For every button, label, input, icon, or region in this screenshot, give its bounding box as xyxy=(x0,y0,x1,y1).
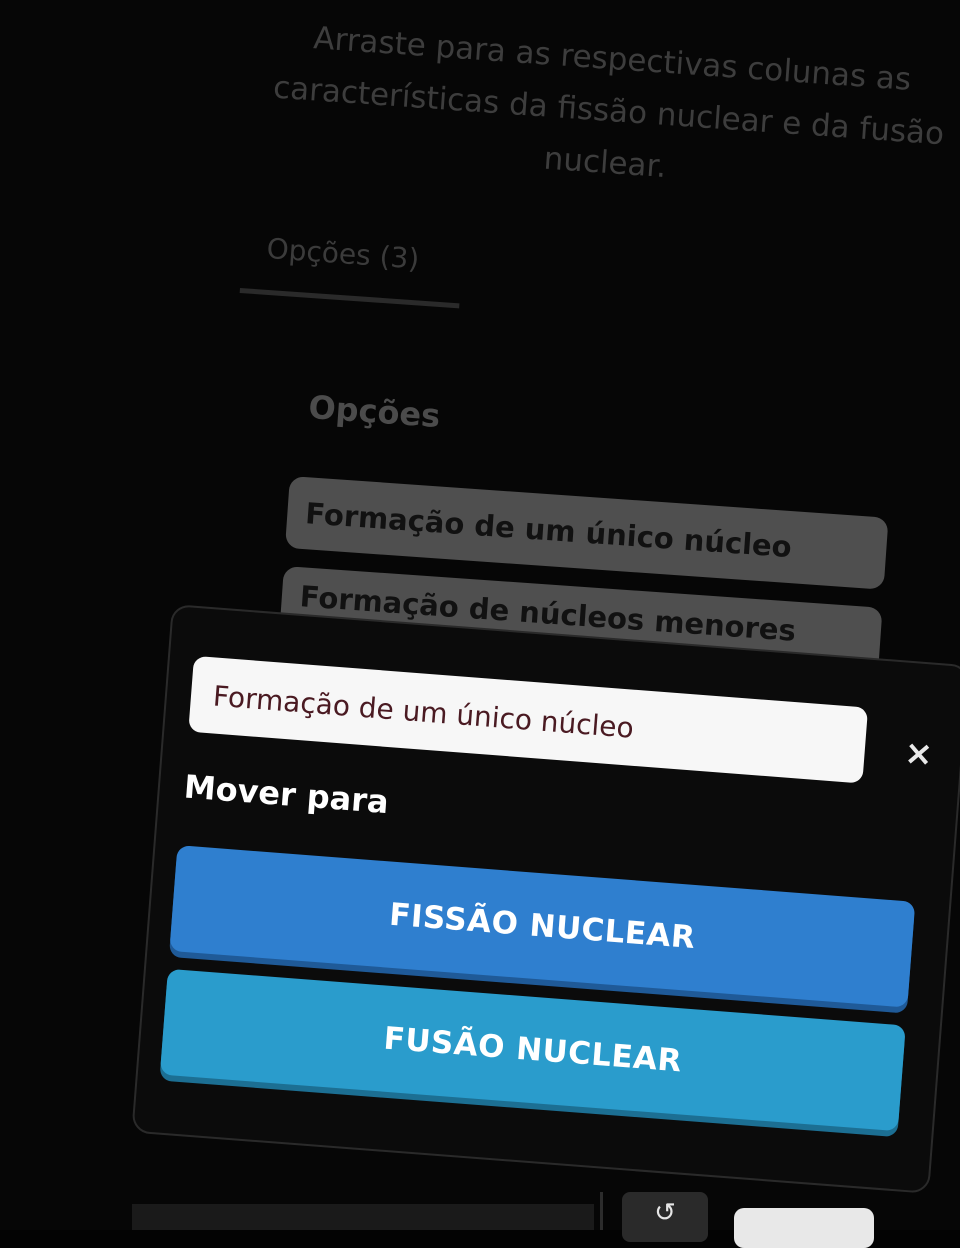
move-to-modal: Formação de um único núcleo × Mover para… xyxy=(131,604,960,1194)
bottom-bar-divider xyxy=(600,1192,603,1230)
move-to-label: Mover para xyxy=(182,767,391,822)
next-button[interactable] xyxy=(734,1208,874,1248)
instruction-text: Arraste para as respectivas colunas as c… xyxy=(272,20,946,186)
selected-item-box: Formação de um único núcleo xyxy=(188,655,869,784)
active-tab-indicator xyxy=(239,288,460,309)
close-icon[interactable]: × xyxy=(897,732,940,775)
fission-nuclear-label: FISSÃO NUCLEAR xyxy=(388,896,697,957)
fusion-nuclear-label: FUSÃO NUCLEAR xyxy=(382,1020,684,1080)
bottom-bar xyxy=(132,1204,594,1230)
undo-icon: ↺ xyxy=(654,1198,676,1228)
undo-button[interactable]: ↺ xyxy=(622,1192,708,1242)
options-heading: Opções xyxy=(307,388,442,436)
tab-options[interactable]: Opções (3) xyxy=(266,232,421,276)
option-card-label: Formação de um único núcleo xyxy=(304,496,793,565)
selected-item-label: Formação de um único núcleo xyxy=(211,678,635,745)
tab-columns[interactable] xyxy=(487,262,909,331)
